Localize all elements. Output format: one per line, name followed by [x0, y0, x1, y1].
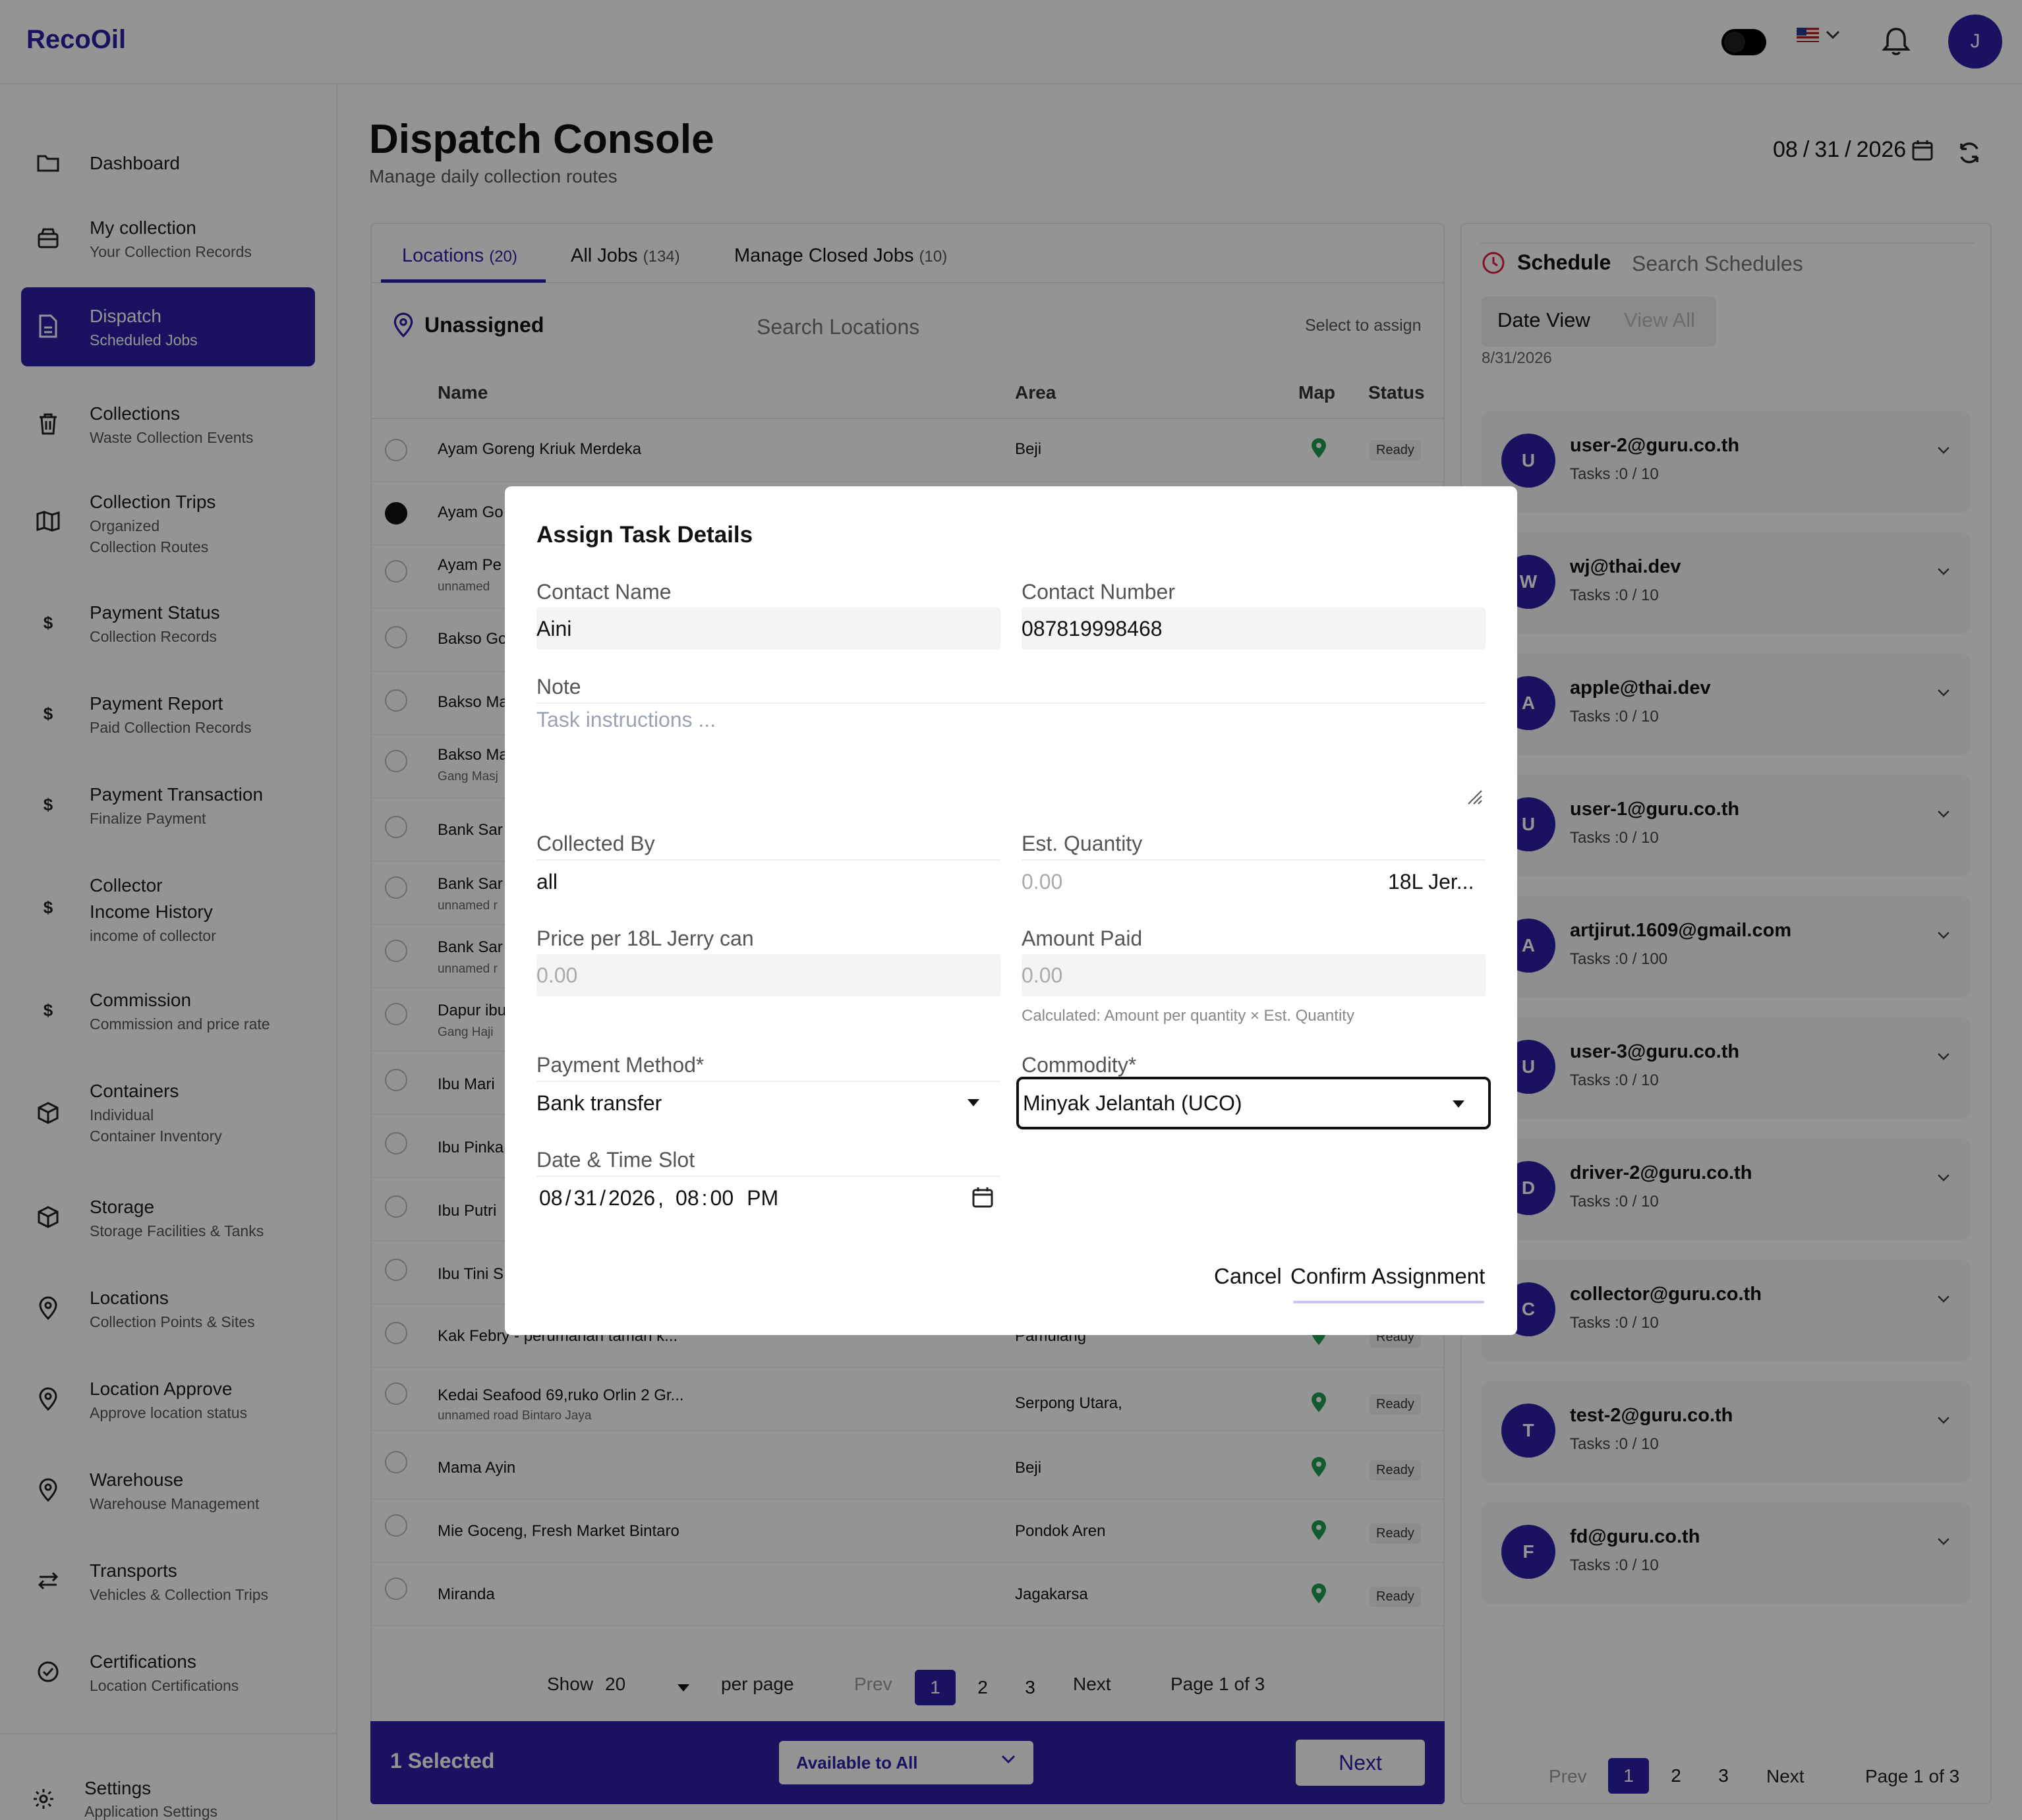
- note-top-border: [536, 702, 1486, 704]
- collected-by-border: [536, 859, 1000, 861]
- collected-by-label: Collected By: [536, 832, 655, 855]
- payment-method-label: Payment Method*: [536, 1053, 705, 1077]
- payment-method-border: [536, 1081, 1000, 1082]
- commodity-select[interactable]: Minyak Jelantah (UCO): [1016, 1077, 1491, 1129]
- contact-number-label: Contact Number: [1022, 580, 1175, 604]
- contact-name-label: Contact Name: [536, 580, 672, 604]
- dt-sep: /: [600, 1186, 606, 1210]
- dt-ampm: PM: [747, 1186, 779, 1210]
- dt-year: 2026: [608, 1186, 656, 1210]
- commodity-value: Minyak Jelantah (UCO): [1023, 1091, 1242, 1115]
- est-quantity-label: Est. Quantity: [1022, 832, 1143, 855]
- dt-day: 31: [573, 1186, 598, 1210]
- note-textarea[interactable]: Task instructions ...: [536, 708, 716, 732]
- contact-name-field[interactable]: Aini: [536, 608, 1000, 650]
- unit-select[interactable]: 18L Jer...: [1388, 870, 1474, 894]
- commodity-caret-icon: [1453, 1100, 1464, 1108]
- payment-method-select[interactable]: Bank transfer: [536, 1091, 662, 1116]
- datetime-label: Date & Time Slot: [536, 1148, 695, 1172]
- note-label: Note: [536, 675, 581, 698]
- price-input[interactable]: 0.00: [536, 954, 1000, 996]
- dt-hour: 08: [676, 1186, 699, 1210]
- dt-sep: /: [565, 1186, 571, 1210]
- contact-number-field[interactable]: 087819998468: [1022, 608, 1486, 650]
- unit-value: 18L Jer...: [1388, 870, 1474, 894]
- dt-month: 08: [539, 1186, 563, 1210]
- amount-paid-label: Amount Paid: [1022, 926, 1143, 950]
- price-label: Price per 18L Jerry can: [536, 926, 754, 950]
- resize-handle-icon[interactable]: [1466, 788, 1483, 805]
- datetime-border: [536, 1176, 1000, 1177]
- est-quantity-input[interactable]: 0.00: [1022, 870, 1062, 894]
- confirm-assignment-button[interactable]: Confirm Assignment: [1290, 1264, 1485, 1289]
- dt-minute: 00: [710, 1186, 734, 1210]
- dt-comma: ,: [658, 1186, 664, 1210]
- dt-colon: :: [701, 1186, 708, 1210]
- confirm-focus-underline: [1293, 1301, 1484, 1303]
- payment-caret-icon[interactable]: [968, 1099, 979, 1106]
- collected-by-select[interactable]: all: [536, 870, 558, 894]
- modal-title: Assign Task Details: [536, 522, 753, 548]
- amount-paid-input[interactable]: 0.00: [1022, 954, 1486, 996]
- amount-hint: Calculated: Amount per quantity × Est. Q…: [1022, 1007, 1354, 1025]
- cancel-button[interactable]: Cancel: [1214, 1264, 1282, 1289]
- est-quantity-border: [1022, 859, 1486, 861]
- calendar-icon[interactable]: [971, 1186, 994, 1209]
- datetime-input[interactable]: 08/31/2026, 08:00 PM: [539, 1186, 778, 1210]
- commodity-label: Commodity*: [1022, 1053, 1137, 1077]
- payment-method-value: Bank transfer: [536, 1091, 662, 1115]
